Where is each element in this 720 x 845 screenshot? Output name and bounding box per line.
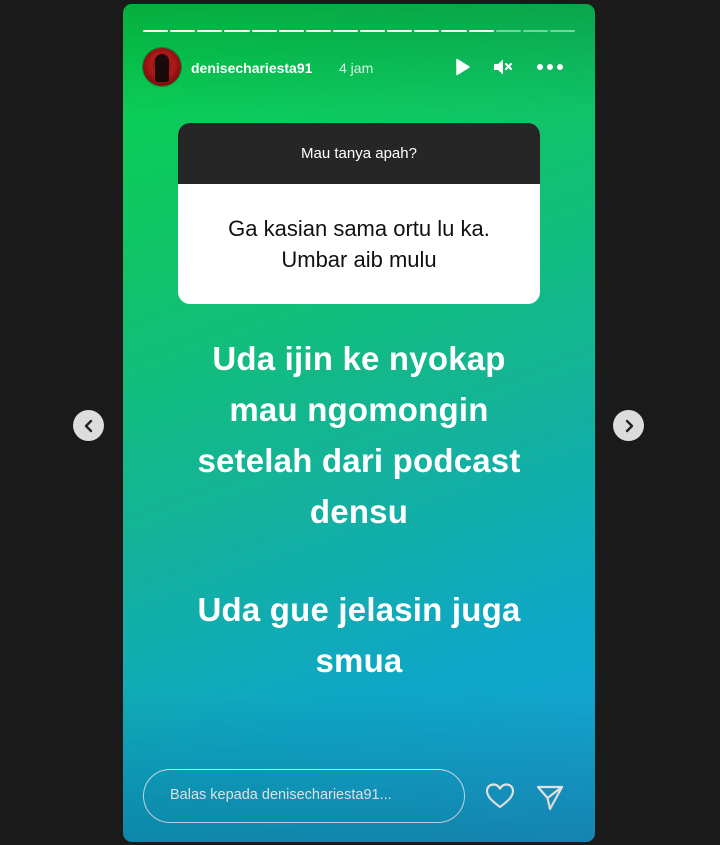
next-story-button[interactable] <box>613 410 644 441</box>
caption-line: Uda ijin ke nyokap <box>212 340 506 377</box>
caption-line: smua <box>315 642 403 679</box>
send-icon[interactable] <box>534 781 566 813</box>
caption-line: mau ngomongin <box>229 391 489 428</box>
chevron-right-icon <box>625 419 633 432</box>
play-icon[interactable] <box>451 56 473 78</box>
progress-segment <box>332 30 358 32</box>
progress-segment <box>441 30 467 32</box>
progress-segment <box>170 30 196 32</box>
progress-segment <box>549 30 575 32</box>
story-header: denisechariesta91 4 jam <box>143 48 575 88</box>
caption-line: setelah dari podcast <box>197 442 521 479</box>
progress-segment <box>197 30 223 32</box>
progress-segment <box>387 30 413 32</box>
heart-icon[interactable] <box>484 780 516 812</box>
question-prompt: Mau tanya apah? <box>178 123 540 184</box>
progress-segment <box>360 30 386 32</box>
question-answer-line: Ga kasian sama ortu lu ka. <box>228 216 490 241</box>
mute-icon[interactable] <box>492 56 514 78</box>
progress-segment <box>278 30 304 32</box>
previous-story-button[interactable] <box>73 410 104 441</box>
chevron-left-icon <box>84 419 92 432</box>
story-caption-1: Uda ijin ke nyokap mau ngomongin setelah… <box>123 333 595 537</box>
progress-segment <box>143 30 169 32</box>
caption-line: Uda gue jelasin juga <box>197 591 521 628</box>
question-answer-line: Umbar aib mulu <box>281 247 437 272</box>
question-sticker: Mau tanya apah? Ga kasian sama ortu lu k… <box>178 123 540 304</box>
reply-placeholder: Balas kepada denisechariesta91... <box>170 787 392 803</box>
story-caption-2: Uda gue jelasin juga smua <box>123 584 595 686</box>
reply-input[interactable]: Balas kepada denisechariesta91... <box>143 769 465 823</box>
story-progress-bar <box>143 30 575 32</box>
avatar[interactable] <box>143 48 181 86</box>
more-icon[interactable] <box>535 56 565 78</box>
username[interactable]: denisechariesta91 <box>191 60 312 76</box>
story-viewer[interactable]: denisechariesta91 4 jam Mau tanya apah? … <box>123 4 595 842</box>
progress-segment <box>224 30 250 32</box>
caption-line: densu <box>309 493 409 530</box>
progress-segment <box>468 30 494 32</box>
progress-segment <box>522 30 548 32</box>
progress-segment <box>251 30 277 32</box>
progress-segment <box>414 30 440 32</box>
progress-segment <box>495 30 521 32</box>
post-time: 4 jam <box>339 60 374 76</box>
progress-segment <box>305 30 331 32</box>
question-answer: Ga kasian sama ortu lu ka. Umbar aib mul… <box>178 184 540 304</box>
